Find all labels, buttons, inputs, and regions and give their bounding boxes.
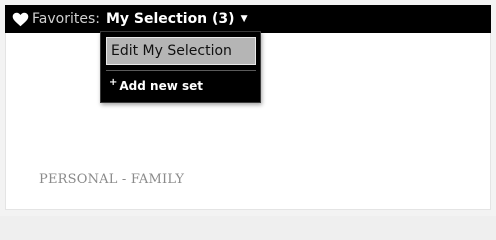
- plus-icon: +: [109, 76, 118, 88]
- page-background: PERSONAL - FAMILY Favorites: My Selectio…: [0, 0, 496, 216]
- section-title: PERSONAL - FAMILY: [39, 172, 185, 187]
- favorites-bar: Favorites: My Selection (3) ▼: [5, 5, 491, 33]
- add-new-set-label: Add new set: [119, 79, 203, 93]
- heart-icon: [12, 12, 29, 27]
- caret-down-icon[interactable]: ▼: [241, 14, 248, 24]
- menu-divider: [106, 70, 256, 71]
- edit-selection-label: Edit My Selection: [111, 43, 232, 59]
- selection-dropdown-toggle[interactable]: My Selection (3): [106, 11, 235, 27]
- selection-dropdown-menu: Edit My Selection + Add new set: [100, 31, 261, 103]
- add-new-set-menu-item[interactable]: + Add new set: [109, 76, 203, 96]
- edit-selection-menu-item[interactable]: Edit My Selection: [106, 37, 256, 65]
- favorites-label: Favorites:: [32, 11, 100, 27]
